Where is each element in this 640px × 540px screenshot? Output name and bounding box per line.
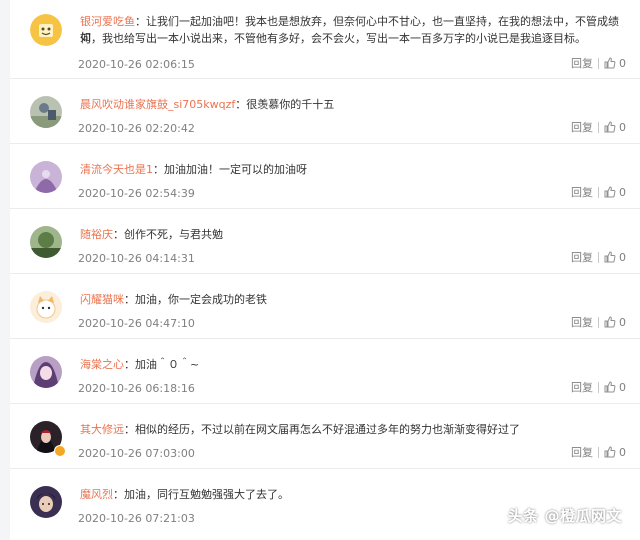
thumbs-up-icon[interactable] [604, 121, 616, 133]
comment-actions: 回复 0 [571, 444, 626, 460]
comment-list: 银河爱吃鱼：让我们一起加油吧！我本也是想放弃，但奈何心中不甘心，也一直坚持，在我… [10, 0, 640, 540]
like-count: 0 [619, 380, 626, 394]
comment-actions: 回复 0 [571, 249, 626, 265]
like-count: 0 [619, 120, 626, 134]
watermark: 头条 @橙瓜网文 [507, 507, 622, 525]
comment-text: 晨风吹动谁家旗鼓_si705kwqzf：很羡慕你的千十五 [80, 98, 335, 111]
purple-avatar-icon [30, 161, 62, 193]
reply-button[interactable]: 回复 [571, 249, 593, 265]
thumbs-up-icon[interactable] [604, 186, 616, 198]
username-link[interactable]: 银河爱吃鱼 [80, 15, 135, 28]
divider [598, 186, 599, 198]
comment-time: 2020-10-26 07:21:03 [78, 512, 195, 525]
comment-time: 2020-10-26 04:47:10 [78, 317, 195, 330]
reply-button[interactable]: 回复 [571, 184, 593, 200]
landscape-avatar-icon [30, 226, 62, 258]
comment-item: 银河爱吃鱼：让我们一起加油吧！我本也是想放弃，但奈何心中不甘心，也一直坚持，在我… [10, 6, 640, 79]
thumbs-up-icon[interactable] [604, 381, 616, 393]
divider [598, 121, 599, 133]
comment-time: 2020-10-26 02:54:39 [78, 187, 195, 200]
comment-item: 清流今天也是1：加油加油！一定可以的加油呀 2020-10-26 02:54:3… [10, 143, 640, 209]
avatar[interactable] [30, 356, 62, 388]
like-count: 0 [619, 250, 626, 264]
avatar[interactable] [30, 14, 62, 46]
comment-item: 其大修远：相似的经历，不过以前在网文届再怎么不好混通过多年的努力也渐渐变得好过了… [10, 403, 640, 469]
username-link[interactable]: 闪耀猫咪 [80, 293, 124, 306]
anime-avatar-icon [30, 356, 62, 388]
divider [598, 446, 599, 458]
comment-text: 其大修远：相似的经历，不过以前在网文届再怎么不好混通过多年的努力也渐渐变得好过了 [80, 423, 520, 436]
like-count: 0 [619, 56, 626, 70]
comment-text: 魔风烈：加油，同行互勉勉强强大了去了。 [80, 488, 289, 501]
like-count: 0 [619, 315, 626, 329]
thumbs-up-icon[interactable] [604, 57, 616, 69]
like-count: 0 [619, 185, 626, 199]
reply-button[interactable]: 回复 [571, 379, 593, 395]
avatar[interactable] [30, 291, 62, 323]
comment-time: 2020-10-26 02:06:15 [78, 58, 195, 71]
comment-item: 闪耀猫咪：加油，你一定会成功的老铁 2020-10-26 04:47:10 回复… [10, 273, 640, 339]
comment-item: 海棠之心：加油＾０＾~ 2020-10-26 06:18:16 回复 0 [10, 338, 640, 404]
like-count: 0 [619, 445, 626, 459]
avatar[interactable] [30, 226, 62, 258]
comment-actions: 回复 0 [571, 55, 626, 71]
comment-text: 闪耀猫咪：加油，你一定会成功的老铁 [80, 293, 267, 306]
username-link[interactable]: 清流今天也是1 [80, 163, 153, 176]
username-link[interactable]: 晨风吹动谁家旗鼓_si705kwqzf [80, 98, 235, 111]
comment-item: 晨风吹动谁家旗鼓_si705kwqzf：很羡慕你的千十五 2020-10-26 … [10, 78, 640, 144]
comment-text: 海棠之心：加油＾０＾~ [80, 358, 200, 371]
username-link[interactable]: 海棠之心 [80, 358, 124, 371]
divider [598, 316, 599, 328]
comment-item: 随裕庆：创作不死，与君共勉 2020-10-26 04:14:31 回复 0 [10, 208, 640, 274]
comment-time: 2020-10-26 07:03:00 [78, 447, 195, 460]
character-avatar-icon [30, 486, 62, 518]
comment-actions: 回复 0 [571, 119, 626, 135]
divider [598, 57, 599, 69]
thumbs-up-icon[interactable] [604, 446, 616, 458]
reply-button[interactable]: 回复 [571, 55, 593, 71]
reply-button[interactable]: 回复 [571, 314, 593, 330]
comment-time: 2020-10-26 04:14:31 [78, 252, 195, 265]
photo-avatar-icon [30, 96, 62, 128]
comment-text: 随裕庆：创作不死，与君共勉 [80, 228, 223, 241]
comment-actions: 回复 0 [571, 379, 626, 395]
thumbs-up-icon[interactable] [604, 251, 616, 263]
username-link[interactable]: 魔风烈 [80, 488, 113, 501]
verified-badge-icon [54, 445, 66, 457]
reply-button[interactable]: 回复 [571, 119, 593, 135]
avatar[interactable] [30, 96, 62, 128]
comment-time: 2020-10-26 06:18:16 [78, 382, 195, 395]
yellow-cartoon-avatar-icon [30, 14, 62, 46]
comment-item: 魔风烈：加油，同行互勉勉强强大了去了。 2020-10-26 07:21:03 [10, 468, 640, 540]
thumbs-up-icon[interactable] [604, 316, 616, 328]
comment-time: 2020-10-26 02:20:42 [78, 122, 195, 135]
username-link[interactable]: 其大修远 [80, 423, 124, 436]
comment-actions: 回复 0 [571, 314, 626, 330]
comment-text: 清流今天也是1：加油加油！一定可以的加油呀 [80, 163, 307, 176]
reply-button[interactable]: 回复 [571, 444, 593, 460]
avatar[interactable] [30, 486, 62, 518]
comment-actions: 回复 0 [571, 184, 626, 200]
avatar[interactable] [30, 161, 62, 193]
cat-avatar-icon [30, 291, 62, 323]
divider [598, 381, 599, 393]
username-link[interactable]: 随裕庆 [80, 228, 113, 241]
comment-text-continued: 何，我也给写出一本小说出来，不管他有多好，会不会火，写出一本一百多万字的小说已是… [80, 32, 586, 45]
divider [598, 251, 599, 263]
